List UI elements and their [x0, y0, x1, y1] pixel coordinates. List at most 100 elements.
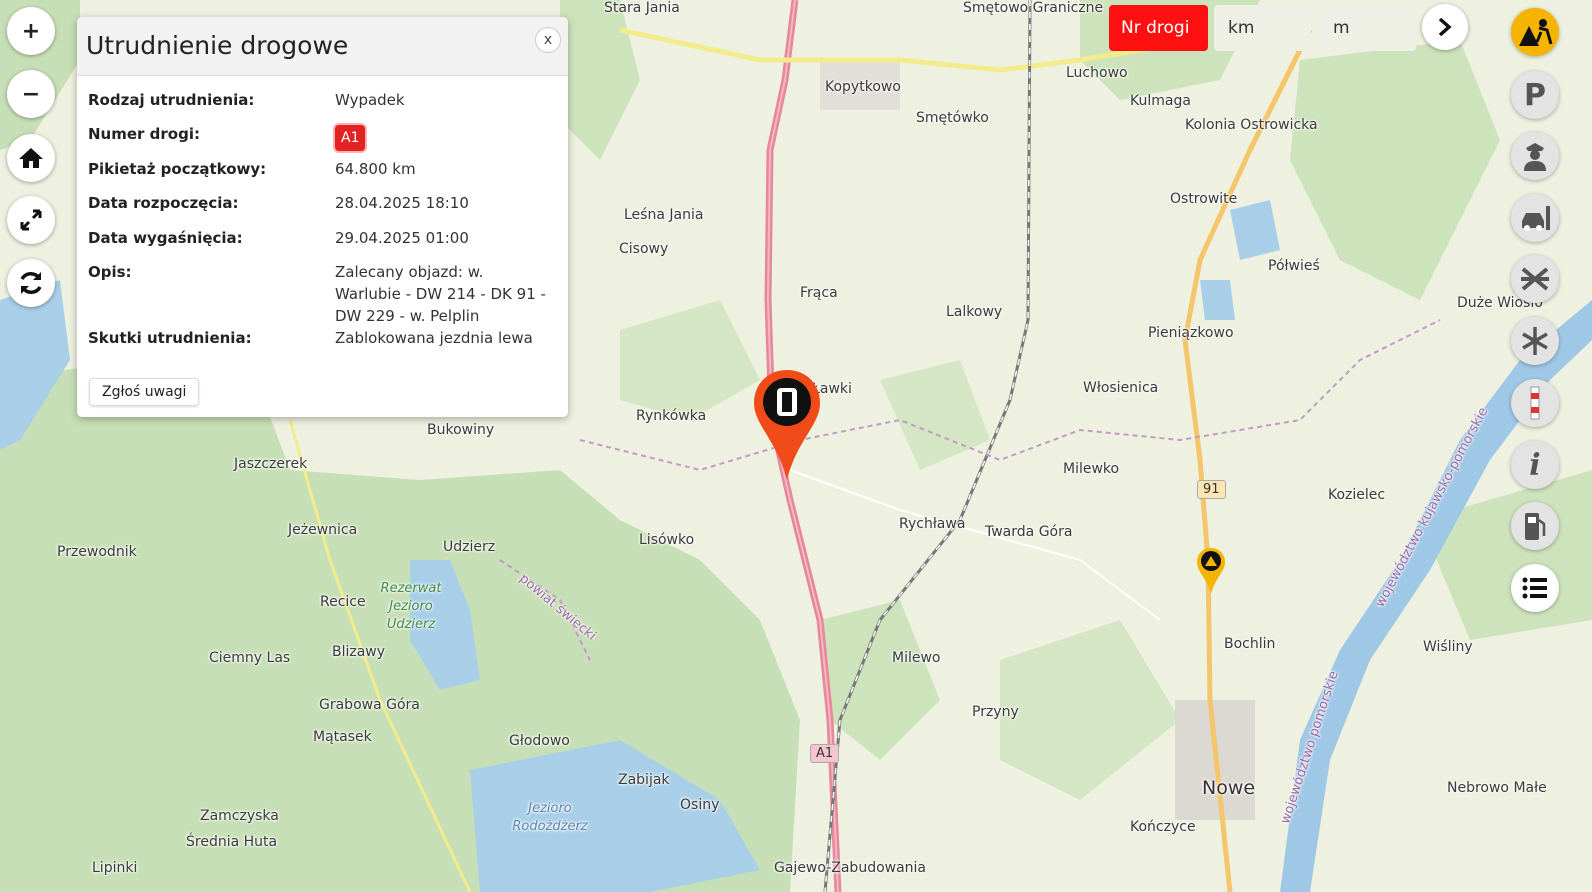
lake-label: Jezioro Rodożdżerz — [512, 801, 588, 834]
field-label: Data wygaśnięcia: — [88, 229, 243, 247]
road-number-button[interactable]: Nr drogi — [1109, 5, 1208, 51]
fuel-station-icon — [1525, 513, 1546, 540]
place-label: Frąca — [800, 285, 838, 301]
field-label: Pikietaż początkowy: — [88, 160, 267, 178]
field-label: Data rozpoczęcia: — [88, 194, 239, 212]
place-label: Lalkowy — [946, 304, 1003, 320]
zoom-in-button[interactable]: + — [7, 7, 55, 55]
place-label: Pieniązkowo — [1148, 325, 1234, 341]
field-label: Skutki utrudnienia: — [88, 329, 252, 347]
home-icon — [19, 148, 43, 168]
place-label: Nowe — [1202, 777, 1256, 799]
layer-accidents-button[interactable] — [1511, 194, 1559, 242]
place-label: Twarda Góra — [985, 524, 1073, 540]
close-icon: x — [543, 32, 553, 48]
place-label: Rychława — [899, 516, 966, 532]
place-label: Rynkówka — [636, 408, 707, 424]
field-value: A1 — [335, 125, 553, 151]
place-label: Udzierz — [443, 539, 496, 555]
report-button[interactable]: Zgłoś uwagi — [89, 378, 200, 406]
place-label: Blizawy — [332, 644, 386, 660]
place-label: Mątasek — [313, 729, 372, 745]
place-label: Recice — [320, 594, 366, 610]
place-label: Wiśliny — [1423, 639, 1473, 655]
place-label: Cisowy — [619, 241, 669, 257]
barrier-icon — [1530, 386, 1540, 420]
place-label: Kozielec — [1328, 487, 1386, 503]
place-label: Leśna Jania — [624, 207, 704, 223]
place-label: Stara Jania — [604, 0, 680, 16]
field-value: 28.04.2025 18:10 — [335, 194, 469, 212]
place-label: Ciemny Las — [209, 650, 291, 666]
place-label: Zabijak — [618, 772, 670, 788]
place-label: Przyny — [972, 704, 1019, 720]
field-value: 64.800 km — [335, 160, 416, 178]
layer-parking-button[interactable]: P — [1511, 71, 1559, 119]
place-label: Nebrowo Małe — [1447, 780, 1547, 796]
search-go-button[interactable] — [1422, 4, 1468, 50]
place-label: Kulmaga — [1130, 93, 1191, 109]
reserve-label: Rezerwat Jezioro Udzierz — [380, 581, 442, 632]
km-input[interactable]: km — [1214, 5, 1311, 51]
place-label: Kolonia Ostrowicka — [1185, 117, 1318, 133]
place-label: Włosienica — [1083, 380, 1159, 396]
popup-title: Utrudnienie drogowe — [86, 31, 349, 60]
home-button[interactable] — [7, 134, 55, 182]
close-button[interactable]: x — [535, 27, 561, 53]
refresh-button[interactable] — [7, 259, 55, 307]
place-label: Średnia Huta — [186, 834, 278, 850]
road-number-badge: A1 — [335, 125, 366, 151]
place-label: Osiny — [680, 797, 720, 813]
layer-closures-button[interactable] — [1511, 255, 1559, 303]
field-value: Zablokowana jezdnia lewa — [335, 329, 533, 347]
roadworks-icon — [1519, 19, 1553, 46]
police-icon — [1524, 143, 1546, 171]
m-input[interactable]: m — [1319, 5, 1416, 51]
incident-marker[interactable] — [752, 370, 822, 480]
zoom-out-button[interactable]: − — [7, 70, 55, 118]
field-value: 29.04.2025 01:00 — [335, 229, 469, 247]
place-label: Lipinki — [92, 860, 138, 876]
legend-list-button[interactable] — [1511, 564, 1559, 612]
place-label: Bochlin — [1224, 636, 1276, 652]
place-label: Grabowa Góra — [319, 697, 420, 713]
fullscreen-button[interactable] — [7, 196, 55, 244]
field-label: Numer drogi: — [88, 125, 200, 143]
place-label: Kopytkowo — [825, 79, 901, 95]
place-label: Smętowo Graniczne — [963, 0, 1104, 16]
layer-fuel-button[interactable] — [1511, 502, 1559, 550]
place-label: Półwieś — [1268, 258, 1320, 274]
field-value: Zalecany objazd: w. Warlubie - DW 214 - … — [335, 263, 546, 325]
layer-police-button[interactable] — [1511, 132, 1559, 180]
place-label: Jaszczerek — [234, 456, 308, 472]
place-label: Milewko — [1063, 461, 1120, 477]
lake — [1200, 280, 1235, 320]
layer-roadworks-button[interactable] — [1511, 8, 1559, 56]
place-label: Zamczyska — [200, 808, 279, 824]
layer-barriers-button[interactable] — [1511, 379, 1559, 427]
road-shield-91: 91 — [1197, 480, 1226, 499]
layer-winter-button[interactable] — [1511, 317, 1559, 365]
place-label: Kończyce — [1130, 819, 1196, 835]
field-label: Opis: — [88, 263, 132, 281]
place-label: Luchowo — [1066, 65, 1128, 81]
refresh-icon — [20, 272, 42, 294]
info-icon: i — [1529, 447, 1541, 483]
closed-road-icon — [1521, 267, 1549, 291]
list-icon — [1522, 577, 1547, 599]
layer-info-button[interactable]: i — [1511, 441, 1559, 489]
place-label: Przewodnik — [57, 544, 137, 560]
place-label: Smętówko — [916, 110, 989, 126]
field-value: Wypadek — [335, 91, 405, 109]
place-label: Milewo — [892, 650, 941, 666]
expand-icon — [20, 209, 42, 231]
place-label: Bukowiny — [427, 422, 495, 438]
place-label: Ostrowite — [1170, 191, 1238, 207]
roadworks-marker[interactable] — [1197, 548, 1225, 594]
place-label: Jeżewnica — [288, 522, 358, 538]
car-crash-icon — [1522, 206, 1550, 231]
chevron-right-icon — [1438, 17, 1452, 37]
place-label: Głodowo — [509, 733, 570, 749]
place-label: Lisówko — [639, 532, 695, 548]
field-label: Rodzaj utrudnienia: — [88, 91, 255, 109]
